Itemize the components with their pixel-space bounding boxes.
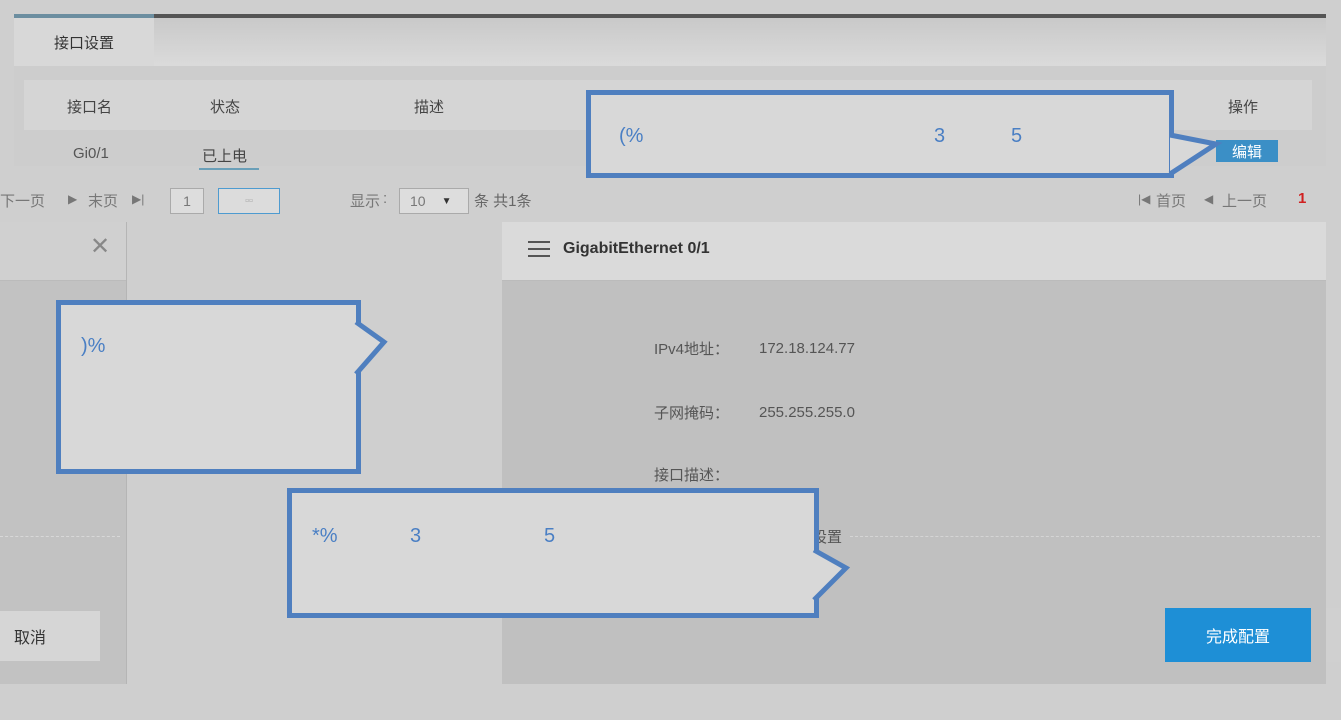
pagination-last[interactable]: 末页 [88, 190, 118, 211]
dropdown-arrow-icon: ▼ [441, 195, 452, 207]
total-count: 条 共1条 [474, 193, 532, 210]
page-size-label: 显示 [350, 193, 381, 210]
divider [0, 536, 120, 537]
go-page-button[interactable]: ▫▫ [218, 188, 280, 214]
pagination-first[interactable]: 首页 [1156, 190, 1186, 211]
callout-3-label-a: *% [312, 525, 338, 547]
tab-interface-settings[interactable]: 接口设置 [14, 14, 154, 66]
partial-button [1326, 608, 1341, 662]
cancel-button[interactable]: 取消 [0, 611, 100, 661]
first-arrow-icon: |◀ [1138, 192, 1151, 206]
menu-icon[interactable] [528, 241, 550, 259]
column-header-status: 状态 [210, 99, 241, 116]
callout-3-tail [812, 547, 851, 602]
callout-1-tail [1168, 132, 1223, 177]
callout-2: )% [56, 300, 361, 474]
divider [850, 536, 1320, 537]
current-page[interactable]: 1 [1298, 190, 1306, 207]
column-header-description: 描述 [414, 99, 445, 116]
callout-3-label-b: 3 [410, 525, 422, 547]
page-size-select[interactable]: 10 ▼ [399, 188, 469, 214]
cell-interface-name: Gi0/1 [73, 145, 109, 162]
column-header-name: 接口名 [67, 99, 113, 116]
edit-button[interactable]: 编辑 [1216, 140, 1278, 162]
page-number-input[interactable]: 1 [170, 188, 204, 214]
next-arrow-icon: ▶ [68, 192, 78, 206]
callout-3: *% 3 5 [287, 488, 819, 618]
prev-arrow-icon: ◀ [1204, 192, 1214, 206]
interface-description-label: 接口描述： [654, 467, 730, 484]
subnet-mask-label: 子网掩码： [654, 405, 730, 422]
subnet-mask-value[interactable]: 255.255.255.0 [759, 404, 855, 421]
page-size-colon: : [383, 190, 388, 207]
tab-bar [14, 14, 1326, 70]
page-size-value: 10 [410, 193, 426, 209]
pagination-next[interactable]: 下一页 [0, 190, 45, 211]
status-underline [199, 168, 259, 170]
callout-1-label-b: 3 [934, 125, 946, 147]
go-icon: ▫▫ [245, 195, 253, 207]
pagination-prev[interactable]: 上一页 [1222, 190, 1267, 211]
callout-1-label-a: (% [619, 125, 644, 147]
ipv4-label: IPv4地址： [654, 341, 730, 358]
callout-2-tail [354, 319, 388, 376]
close-icon[interactable]: ✕ [86, 232, 114, 261]
ipv4-value[interactable]: 172.18.124.77 [759, 340, 855, 357]
column-header-action: 操作 [1228, 99, 1259, 116]
callout-1-label-c: 5 [1011, 125, 1023, 147]
callout-1: (% 3 5 [586, 90, 1174, 178]
finish-config-button[interactable]: 完成配置 [1165, 608, 1311, 662]
dialog-title: GigabitEthernet 0/1 [563, 240, 710, 257]
cell-status: 已上电 [202, 148, 248, 165]
callout-3-label-c: 5 [544, 525, 556, 547]
last-arrow-icon: ▶| [132, 192, 145, 206]
callout-2-label-a: )% [81, 335, 106, 357]
